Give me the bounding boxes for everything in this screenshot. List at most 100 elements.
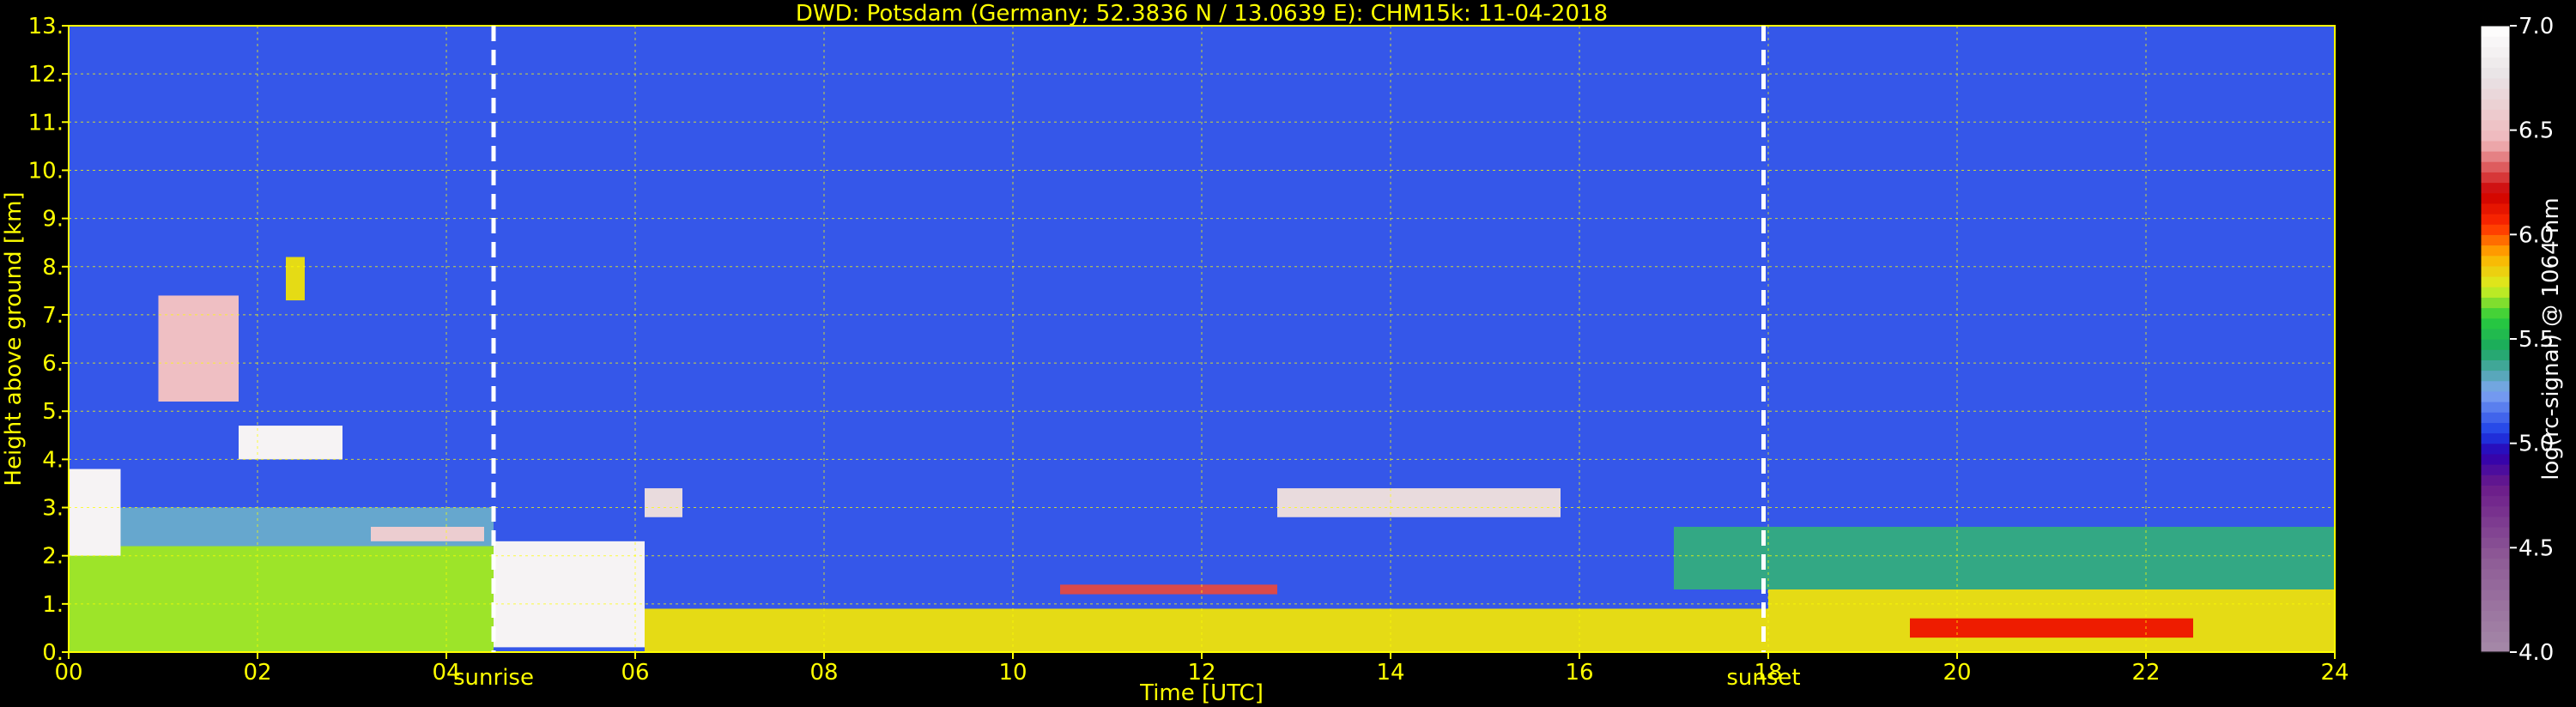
colorbar-segment [2481,495,2510,507]
colorbar-segment [2481,234,2510,246]
heatmap-region-cloud [286,257,305,301]
colorbar-tick-label: 4.0 [2518,640,2554,666]
colorbar-segment [2481,36,2510,47]
colorbar-segment [2481,631,2510,643]
colorbar-segment [2481,172,2510,184]
colorbar-segment [2481,600,2510,611]
sunrise-label: sunrise [453,665,534,691]
colorbar-segment [2481,109,2510,121]
colorbar-segment [2481,317,2510,329]
colorbar-segment [2481,255,2510,267]
heatmap-region-cloud [1060,584,1277,595]
heatmap-region-aerosol-layer [1910,618,2193,638]
colorbar-segment [2481,527,2510,538]
x-tick-label: 22 [2131,660,2160,686]
colorbar-segment [2481,589,2510,601]
y-axis-label: Height above ground [km] [1,191,27,486]
colorbar-segment [2481,568,2510,580]
colorbar-tick-label: 7.0 [2518,14,2554,39]
y-tick-label: 12. [28,62,64,88]
colorbar-segment [2481,370,2510,382]
colorbar-segment [2481,245,2510,257]
colorbar-segment [2481,182,2510,194]
heatmap-region-cloud [158,295,239,402]
x-tick-label: 16 [1565,660,1593,686]
colorbar-segment [2481,558,2510,570]
colorbar-label: log(rc-signal) @ 1064 nm [2538,197,2564,480]
y-tick-label: 11. [28,110,64,136]
heatmap-region-cloud [645,488,682,517]
colorbar-segment [2481,453,2510,465]
x-tick-label: 20 [1943,660,1971,686]
heatmap-region-cloud [494,541,645,648]
colorbar-segment [2481,46,2510,58]
colorbar-segment [2481,214,2510,225]
colorbar-segment [2481,297,2510,309]
colorbar-segment [2481,77,2510,89]
y-tick-label: 5. [42,399,64,425]
y-tick-label: 9. [42,207,64,233]
x-tick-label: 02 [243,660,271,686]
colorbar-segment [2481,516,2510,528]
colorbar-segment [2481,224,2510,235]
y-tick-label: 0. [42,640,64,666]
y-tick-label: 10. [28,158,64,184]
x-tick-label: 10 [998,660,1027,686]
colorbar-segment [2481,192,2510,204]
colorbar-segment [2481,349,2510,360]
colorbar-segment [2481,307,2510,319]
x-axis-label: Time [UTC] [1139,680,1264,706]
heatmap-region-cloud [371,527,484,541]
colorbar-segment [2481,202,2510,215]
colorbar-segment [2481,620,2510,632]
y-tick-label: 3. [42,496,64,522]
lidar-backscatter-figure: sunrise sunset 00 02 04 06 08 10 12 14 16 18 20 22 24… [0,0,2576,707]
chart-title: DWD: Potsdam (Germany; 52.3836 N / 13.06… [796,1,1608,27]
colorbar-segment [2481,339,2510,350]
heatmap-region-cloud [69,468,121,556]
colorbar-segment [2481,88,2510,100]
x-tick-label: 14 [1376,660,1404,686]
colorbar-segment [2481,641,2510,653]
heatmap-region-cloud [239,426,342,460]
colorbar-segment [2481,287,2510,298]
colorbar-segment [2481,151,2510,162]
colorbar-segment [2481,67,2510,79]
heatmap-region-aerosol-layer [69,546,494,652]
x-tick-label: 08 [809,660,838,686]
y-tick-label: 6. [42,351,64,377]
colorbar-segment [2481,443,2510,455]
colorbar-segment [2481,422,2510,434]
y-tick-label: 2. [42,544,64,570]
colorbar-segment [2481,26,2510,37]
colorbar-segment [2481,505,2510,517]
heatmap-region-residual-layer [1674,527,2335,589]
x-tick-label: 18 [1754,660,1782,686]
colorbar-segment [2481,360,2510,372]
colorbar-segment [2481,537,2510,548]
x-tick-label: 06 [621,660,649,686]
y-tick-label: 4. [42,447,64,473]
y-tick-label: 8. [42,255,64,281]
colorbar-segment [2481,578,2510,590]
colorbar-segment [2481,432,2510,444]
colorbar-segment [2481,380,2510,392]
y-tick-label: 13. [28,14,64,39]
colorbar-segment [2481,276,2510,287]
colorbar-segment [2481,474,2510,486]
colorbar-segment [2481,99,2510,110]
colorbar-segment [2481,119,2510,131]
x-tick-label: 24 [2320,660,2349,686]
colorbar-segment [2481,265,2510,277]
colorbar-segment [2481,547,2510,559]
heatmap-region-cloud [1277,488,1561,517]
colorbar-segment [2481,390,2510,402]
x-tick-label: 04 [432,660,460,686]
colorbar-segment [2481,140,2510,152]
colorbar-segment [2481,464,2510,475]
colorbar-segment [2481,610,2510,622]
heatmap-region-boundary-layer [645,608,1768,652]
colorbar-tick-label: 4.5 [2518,535,2554,561]
colorbar-segment [2481,412,2510,423]
y-tick-label: 7. [42,303,64,329]
